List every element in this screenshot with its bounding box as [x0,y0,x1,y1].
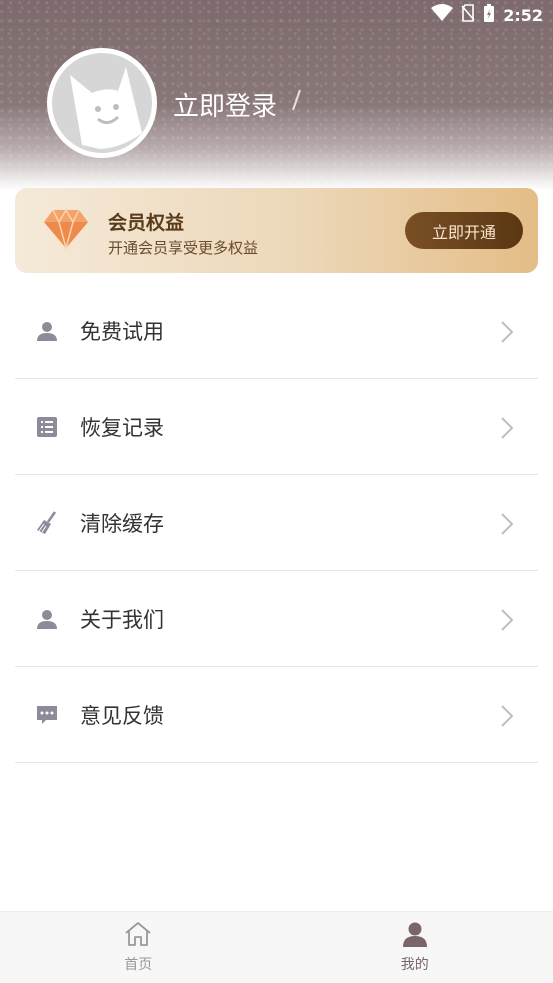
menu-item-feedback[interactable]: 意见反馈 [15,667,538,763]
diamond-icon [43,208,89,254]
login-link[interactable]: 立即登录 [173,86,277,123]
vip-title: 会员权益 [108,212,185,234]
menu-item-free-trial[interactable]: 免费试用 [15,283,538,379]
status-bar: 2:52 [0,0,553,30]
no-sim-icon [461,4,475,26]
user-icon [35,607,59,631]
tab-label: 首页 [124,957,153,973]
home-icon [124,921,152,951]
vip-subtitle: 开通会员享受更多权益 [108,239,259,257]
battery-icon [483,3,495,27]
menu-item-label: 免费试用 [80,319,164,344]
wifi-icon [431,4,454,26]
menu-item-label: 清除缓存 [80,511,164,536]
status-time: 2:52 [503,5,543,25]
menu-item-label: 意见反馈 [80,703,164,728]
menu-item-label: 关于我们 [80,607,164,632]
chevron-right-icon [500,416,514,444]
pencil-icon[interactable] [290,88,302,116]
broom-icon [35,510,59,535]
profile-icon [402,921,428,951]
avatar-cat-icon [52,53,152,153]
tab-profile[interactable]: 我的 [277,912,553,983]
chevron-right-icon [500,608,514,636]
vip-card[interactable]: 会员权益 开通会员享受更多权益 立即开通 [15,188,538,273]
menu-item-clear-cache[interactable]: 清除缓存 [15,475,538,571]
menu-item-label: 恢复记录 [80,415,164,440]
menu-item-restore-records[interactable]: 恢复记录 [15,379,538,475]
user-icon [35,319,59,343]
tab-label: 我的 [400,957,429,973]
chevron-right-icon [500,512,514,540]
chat-icon [35,703,59,727]
activate-vip-button[interactable]: 立即开通 [405,212,523,249]
bottom-tab-bar: 首页 我的 [0,911,553,983]
chevron-right-icon [500,320,514,348]
settings-menu: 免费试用 恢复记录 清除缓存 关于我们 意见反馈 [15,283,538,763]
list-icon [35,415,59,439]
tab-home[interactable]: 首页 [0,912,277,983]
menu-item-about-us[interactable]: 关于我们 [15,571,538,667]
chevron-right-icon [500,704,514,732]
avatar[interactable] [47,48,157,158]
